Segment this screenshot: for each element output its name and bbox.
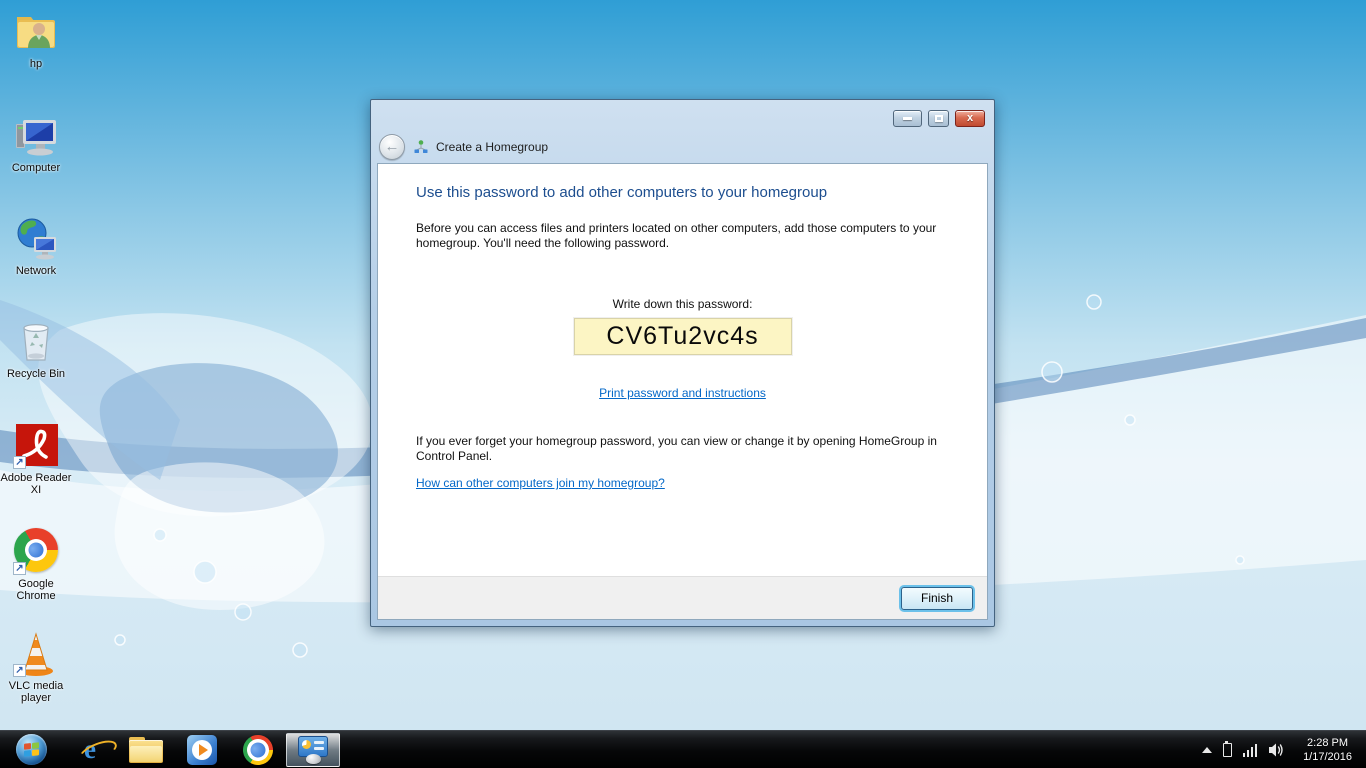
adobe-reader-icon: ↗ xyxy=(12,422,60,470)
computer-icon xyxy=(12,112,60,160)
desktop-icon-label: hp xyxy=(0,58,72,70)
recycle-bin-icon xyxy=(12,318,60,366)
media-player-icon xyxy=(187,735,217,765)
desktop-icon-label: Recycle Bin xyxy=(0,368,72,380)
internet-explorer-icon: e xyxy=(84,734,96,765)
windows-logo-icon xyxy=(16,734,47,765)
title-bar[interactable]: x xyxy=(371,100,994,130)
clock[interactable]: 2:28 PM 1/17/2016 xyxy=(1297,736,1358,764)
navigation-bar: ← Create a Homegroup xyxy=(371,130,994,163)
taskbar-item-homegroup-wizard-active[interactable] xyxy=(286,733,340,767)
desktop-icon-computer[interactable]: Computer xyxy=(0,112,72,174)
vlc-icon: ↗ xyxy=(12,630,60,678)
desktop-icon-label: Network xyxy=(0,265,72,277)
network-icon xyxy=(12,215,60,263)
tray-time: 2:28 PM xyxy=(1303,736,1352,750)
battery-icon xyxy=(1223,743,1232,757)
taskbar-item-internet-explorer[interactable]: e xyxy=(62,731,118,768)
battery-tray-button[interactable] xyxy=(1223,743,1232,757)
homegroup-icon xyxy=(413,139,429,155)
password-label: Write down this password: xyxy=(378,297,987,311)
chrome-icon: ↗ xyxy=(12,528,60,576)
system-tray: 2:28 PM 1/17/2016 xyxy=(1202,731,1366,768)
wizard-client-area: Use this password to add other computers… xyxy=(377,163,988,620)
taskbar-item-media-player[interactable] xyxy=(174,731,230,768)
print-password-link[interactable]: Print password and instructions xyxy=(599,386,766,400)
taskbar: e xyxy=(0,730,1366,768)
back-button[interactable]: ← xyxy=(379,134,405,160)
desktop-icon-vlc[interactable]: ↗ VLC media player xyxy=(0,630,72,704)
desktop-icon-label: Google Chrome xyxy=(0,578,72,602)
start-button[interactable] xyxy=(0,731,62,768)
desktop-icon-recycle-bin[interactable]: Recycle Bin xyxy=(0,318,72,380)
desktop-icon-hp[interactable]: hp xyxy=(0,8,72,70)
taskbar-item-google-chrome[interactable] xyxy=(230,731,286,768)
homegroup-wizard-window: x ← Create a Homegroup Use this password… xyxy=(370,99,995,627)
close-button[interactable]: x xyxy=(955,110,985,127)
show-hidden-icons-button[interactable] xyxy=(1202,747,1212,753)
desktop-icon-label: Computer xyxy=(0,162,72,174)
shortcut-arrow-icon: ↗ xyxy=(13,562,26,575)
desktop-icon-adobe-reader[interactable]: ↗ Adobe Reader XI xyxy=(0,422,72,496)
desktop-icon-label: VLC media player xyxy=(0,680,72,704)
homegroup-window-icon xyxy=(298,736,328,764)
signal-bars-icon xyxy=(1243,743,1258,757)
wizard-footer: Finish xyxy=(378,576,987,619)
desktop-icon-network[interactable]: Network xyxy=(0,215,72,277)
page-title: Use this password to add other computers… xyxy=(416,184,827,201)
taskbar-item-windows-explorer[interactable] xyxy=(118,731,174,768)
user-folder-icon xyxy=(12,8,60,56)
speaker-icon xyxy=(1268,742,1286,758)
maximize-button[interactable] xyxy=(928,110,949,127)
desktop-icon-label: Adobe Reader XI xyxy=(0,472,72,496)
shortcut-arrow-icon: ↗ xyxy=(13,664,26,677)
help-link-wrap: How can other computers join my homegrou… xyxy=(416,474,665,492)
volume-tray-button[interactable] xyxy=(1268,742,1286,758)
homegroup-password: CV6Tu2vc4s xyxy=(574,318,792,355)
print-link-wrap: Print password and instructions xyxy=(378,384,987,402)
shortcut-arrow-icon: ↗ xyxy=(13,456,26,469)
how-to-join-link[interactable]: How can other computers join my homegrou… xyxy=(416,476,665,490)
tray-date: 1/17/2016 xyxy=(1303,750,1352,764)
forget-password-text: If you ever forget your homegroup passwo… xyxy=(416,434,946,464)
folder-icon xyxy=(129,737,163,763)
taskbar-buttons: e xyxy=(0,731,340,768)
finish-button[interactable]: Finish xyxy=(901,587,973,610)
network-tray-button[interactable] xyxy=(1243,743,1258,757)
chrome-icon xyxy=(238,729,279,768)
desktop: hp Computer xyxy=(0,0,1366,768)
minimize-button[interactable] xyxy=(893,110,922,127)
wizard-content: Use this password to add other computers… xyxy=(378,164,987,578)
up-arrow-icon xyxy=(1202,747,1212,753)
window-title: Create a Homegroup xyxy=(413,139,548,155)
desktop-icon-google-chrome[interactable]: ↗ Google Chrome xyxy=(0,526,72,602)
intro-text: Before you can access files and printers… xyxy=(416,221,941,251)
